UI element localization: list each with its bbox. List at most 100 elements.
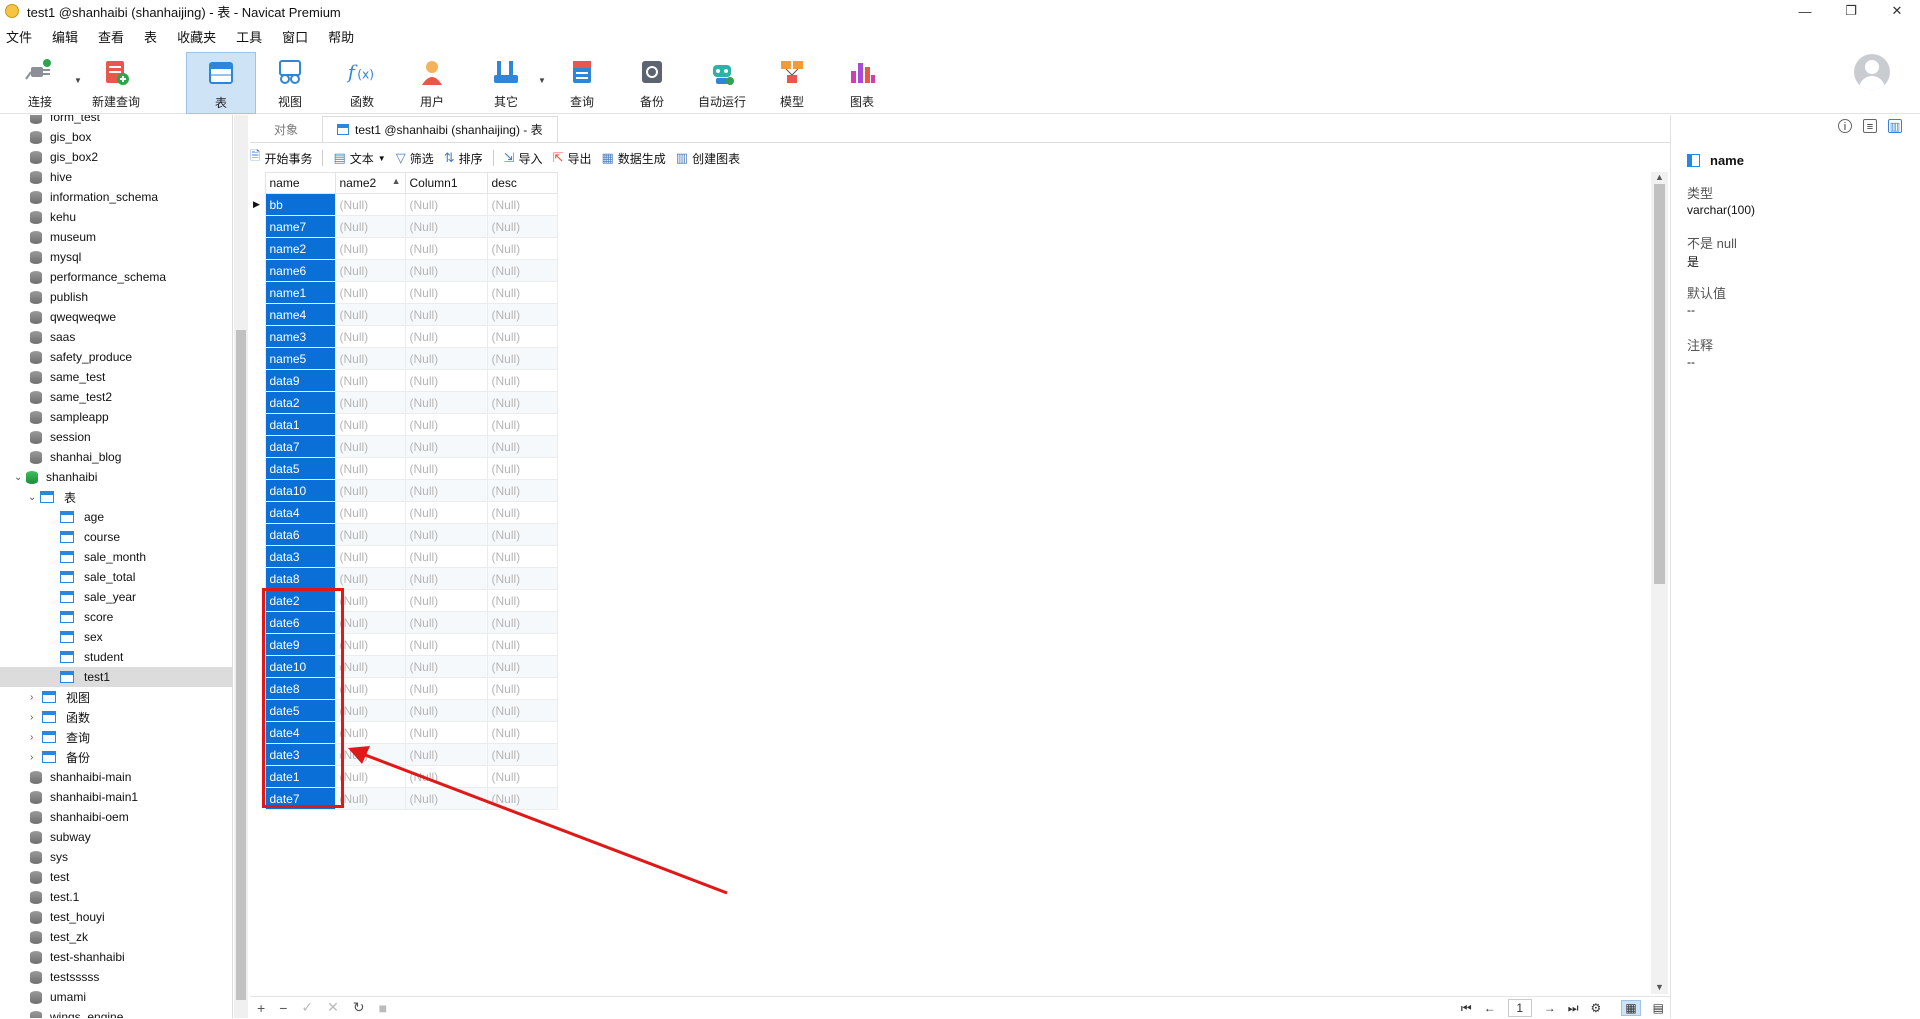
tree-database[interactable]: testsssss <box>0 967 232 987</box>
tree-database[interactable]: wings_engine <box>0 1007 232 1018</box>
tree-table[interactable]: age <box>0 507 232 527</box>
column-header-name2[interactable]: name2 ▲ <box>334 172 406 194</box>
cell-desc[interactable]: (Null) <box>486 545 558 568</box>
expand-chevron-icon[interactable]: ⌄ <box>14 472 26 483</box>
cell-desc[interactable]: (Null) <box>486 589 558 612</box>
cell-column1[interactable]: (Null) <box>404 435 488 458</box>
cell-name2[interactable]: (Null) <box>334 369 406 392</box>
cell-name[interactable]: data2 <box>264 391 336 414</box>
cell-column1[interactable]: (Null) <box>404 545 488 568</box>
table-row[interactable]: data5 (Null) (Null) (Null) <box>253 457 558 480</box>
cell-name2[interactable]: (Null) <box>334 347 406 370</box>
cell-column1[interactable]: (Null) <box>404 391 488 414</box>
other-button[interactable]: 其它 <box>474 52 538 114</box>
cell-name2[interactable]: (Null) <box>334 523 406 546</box>
user-button[interactable]: 用户 <box>400 52 464 114</box>
cell-name2[interactable]: (Null) <box>334 545 406 568</box>
function-button[interactable]: f (x) 函数 <box>330 52 394 114</box>
tree-database[interactable]: sampleapp <box>0 407 232 427</box>
tree-folder-views[interactable]: › 视图 <box>0 687 232 707</box>
import-button[interactable]: ⇲ 导入 <box>504 150 543 167</box>
new-query-button[interactable]: 新建查询 <box>84 52 148 114</box>
cell-column1[interactable]: (Null) <box>404 677 488 700</box>
apply-changes-button[interactable]: ✓ <box>301 999 313 1016</box>
columns-icon[interactable]: ▥ <box>1888 119 1902 133</box>
column-header-name[interactable]: name <box>264 172 336 194</box>
table-row[interactable]: name6 (Null) (Null) (Null) <box>253 259 558 282</box>
other-dropdown-icon[interactable]: ▼ <box>538 76 546 85</box>
cell-column1[interactable]: (Null) <box>404 303 488 326</box>
cell-name2[interactable]: (Null) <box>334 193 406 216</box>
tree-table[interactable]: sex <box>0 627 232 647</box>
cell-name2[interactable]: (Null) <box>334 215 406 238</box>
grid-scrollbar[interactable]: ▲ ▼ <box>1651 172 1668 994</box>
cell-name2[interactable]: (Null) <box>334 699 406 722</box>
tree-database[interactable]: form_test <box>0 115 232 127</box>
refresh-button[interactable]: ↻ <box>353 999 365 1016</box>
create-chart-button[interactable]: ▥ 创建图表 <box>676 150 740 167</box>
restore-button[interactable]: ❐ <box>1828 0 1874 22</box>
cell-column1[interactable]: (Null) <box>404 325 488 348</box>
cell-desc[interactable]: (Null) <box>486 347 558 370</box>
tree-folder-tables[interactable]: ⌄ 表 <box>0 487 232 507</box>
cell-name[interactable]: name6 <box>264 259 336 282</box>
cell-name2[interactable]: (Null) <box>334 237 406 260</box>
expand-chevron-icon[interactable]: ⌄ <box>28 492 40 503</box>
cell-column1[interactable]: (Null) <box>404 523 488 546</box>
tree-database[interactable]: same_test <box>0 367 232 387</box>
table-row[interactable]: name7 (Null) (Null) (Null) <box>253 215 558 238</box>
tree-folder-backups[interactable]: › 备份 <box>0 747 232 767</box>
cell-name2[interactable]: (Null) <box>334 391 406 414</box>
tree-table[interactable]: sale_year <box>0 587 232 607</box>
cell-desc[interactable]: (Null) <box>486 677 558 700</box>
table-row[interactable]: data9 (Null) (Null) (Null) <box>253 369 558 392</box>
menu-tools[interactable]: 工具 <box>236 27 262 46</box>
tree-database[interactable]: test.1 <box>0 887 232 907</box>
backup-button[interactable]: 备份 <box>620 52 684 114</box>
cell-name2[interactable]: (Null) <box>334 281 406 304</box>
cell-name[interactable]: name2 <box>264 237 336 260</box>
tree-folder-functions[interactable]: › 函数 <box>0 707 232 727</box>
table-row[interactable]: data2 (Null) (Null) (Null) <box>253 391 558 414</box>
tree-database[interactable]: shanhai_blog <box>0 447 232 467</box>
tree-database-shanhaibi[interactable]: ⌄ shanhaibi <box>0 467 232 487</box>
tree-database[interactable]: gis_box2 <box>0 147 232 167</box>
tree-database[interactable]: museum <box>0 227 232 247</box>
cell-name[interactable]: name5 <box>264 347 336 370</box>
table-row[interactable]: data7 (Null) (Null) (Null) <box>253 435 558 458</box>
cell-name2[interactable]: (Null) <box>334 479 406 502</box>
cell-name[interactable]: data6 <box>264 523 336 546</box>
form-view-toggle[interactable]: ▤ <box>1653 1001 1664 1015</box>
cell-desc[interactable]: (Null) <box>486 413 558 436</box>
cell-desc[interactable]: (Null) <box>486 567 558 590</box>
cell-name[interactable]: data10 <box>264 479 336 502</box>
cell-column1[interactable]: (Null) <box>404 215 488 238</box>
scroll-down-icon[interactable]: ▼ <box>1651 982 1668 994</box>
cell-desc[interactable]: (Null) <box>486 699 558 722</box>
cell-name2[interactable]: (Null) <box>334 589 406 612</box>
autorun-button[interactable]: 自动运行 <box>690 52 754 114</box>
cell-column1[interactable]: (Null) <box>404 567 488 590</box>
cell-name[interactable]: data8 <box>264 567 336 590</box>
cell-name[interactable]: data4 <box>264 501 336 524</box>
cell-column1[interactable]: (Null) <box>404 501 488 524</box>
cell-name2[interactable]: (Null) <box>334 501 406 524</box>
cell-column1[interactable]: (Null) <box>404 479 488 502</box>
cell-column1[interactable]: (Null) <box>404 457 488 480</box>
tree-database[interactable]: test-shanhaibi <box>0 947 232 967</box>
cell-desc[interactable]: (Null) <box>486 281 558 304</box>
cell-name2[interactable]: (Null) <box>334 325 406 348</box>
first-page-button[interactable]: ⏮ <box>1461 1001 1472 1016</box>
column-header-desc[interactable]: desc <box>486 172 558 194</box>
cell-desc[interactable]: (Null) <box>486 325 558 348</box>
cell-desc[interactable]: (Null) <box>486 237 558 260</box>
connect-dropdown-icon[interactable]: ▼ <box>74 76 82 85</box>
query-button[interactable]: 查询 <box>550 52 614 114</box>
tree-database[interactable]: saas <box>0 327 232 347</box>
tree-table[interactable]: course <box>0 527 232 547</box>
cell-name2[interactable]: (Null) <box>334 413 406 436</box>
tree-table[interactable]: test1 <box>0 667 232 687</box>
tree-table[interactable]: sale_month <box>0 547 232 567</box>
tree-database[interactable]: shanhaibi-oem <box>0 807 232 827</box>
cell-name[interactable]: name4 <box>264 303 336 326</box>
